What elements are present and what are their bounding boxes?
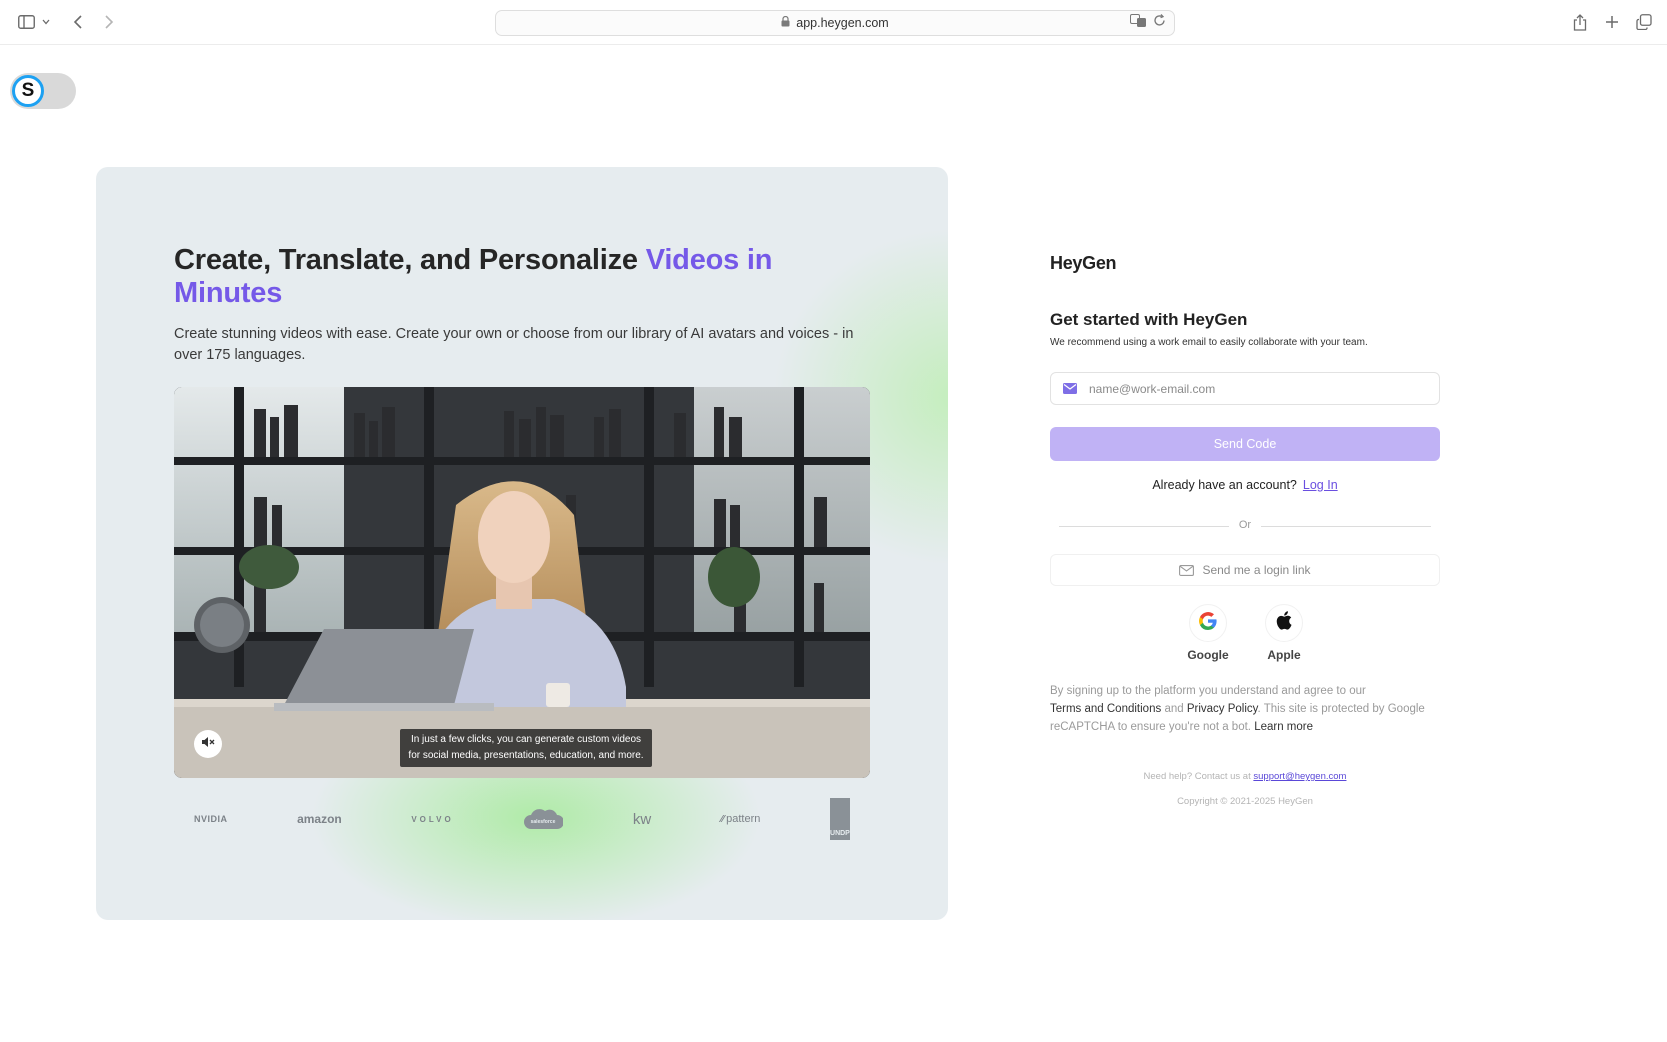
google-label: Google bbox=[1187, 648, 1229, 662]
support-email-link[interactable]: support@heygen.com bbox=[1253, 771, 1346, 782]
envelope-icon bbox=[1179, 564, 1195, 576]
kw-logo: kw bbox=[632, 810, 652, 828]
amazon-logo: amazon bbox=[297, 812, 342, 826]
new-tab-icon[interactable] bbox=[1602, 12, 1622, 32]
login-link[interactable]: Log In bbox=[1303, 478, 1338, 492]
email-field[interactable] bbox=[1050, 372, 1440, 405]
email-input[interactable] bbox=[1087, 380, 1439, 397]
video-caption: In just a few clicks, you can generate c… bbox=[400, 729, 652, 767]
apple-icon bbox=[1276, 611, 1292, 635]
send-code-button[interactable]: Send Code bbox=[1050, 427, 1440, 461]
copyright: Copyright © 2021-2025 HeyGen bbox=[1177, 796, 1313, 807]
apple-label: Apple bbox=[1267, 648, 1301, 662]
browser-toolbar: app.heygen.com bbox=[0, 0, 1667, 45]
google-icon bbox=[1198, 611, 1218, 636]
learn-more-link[interactable]: Learn more bbox=[1254, 721, 1313, 733]
send-login-link-label: Send me a login link bbox=[1202, 563, 1311, 577]
share-icon[interactable] bbox=[1570, 12, 1590, 32]
nvidia-logo: NVIDIA bbox=[194, 814, 228, 824]
muted-speaker-icon bbox=[201, 735, 215, 753]
address-bar[interactable]: app.heygen.com bbox=[495, 10, 1175, 36]
or-divider: Or bbox=[1059, 518, 1431, 534]
customer-logos: NVIDIA amazon VOLVO salesforce kw ⁄⁄ patt… bbox=[174, 795, 870, 843]
translate-icon[interactable] bbox=[1130, 14, 1147, 31]
pattern-logo: ⁄⁄ pattern bbox=[720, 813, 761, 825]
video-caption-line1: In just a few clicks, you can generate c… bbox=[410, 734, 642, 745]
have-account-row: Already have an account? Log In bbox=[1050, 478, 1440, 492]
extension-letter: S bbox=[21, 80, 35, 101]
apple-signin[interactable]: Apple bbox=[1254, 604, 1314, 662]
hero-panel: Create, Translate, and Personalize Video… bbox=[96, 167, 948, 920]
google-signin[interactable]: Google bbox=[1178, 604, 1238, 662]
terms-link[interactable]: Terms and Conditions bbox=[1050, 703, 1161, 715]
help-text: Need help? Contact us at bbox=[1143, 771, 1251, 782]
google-button[interactable] bbox=[1189, 604, 1227, 642]
legal-part1: By signing up to the platform you unders… bbox=[1050, 685, 1366, 697]
signup-title: Get started with HeyGen bbox=[1050, 310, 1248, 329]
legal-and: and bbox=[1164, 703, 1184, 715]
volvo-logo: VOLVO bbox=[411, 814, 454, 824]
apple-button[interactable] bbox=[1265, 604, 1303, 642]
back-icon[interactable] bbox=[68, 12, 88, 32]
privacy-link[interactable]: Privacy Policy bbox=[1187, 703, 1258, 715]
legal-text: By signing up to the platform you unders… bbox=[1050, 682, 1440, 736]
mute-button[interactable] bbox=[194, 730, 222, 758]
reload-icon[interactable] bbox=[1153, 14, 1166, 31]
avatar-video[interactable]: In just a few clicks, you can generate c… bbox=[174, 387, 870, 778]
extension-knob: S bbox=[12, 75, 44, 107]
chevron-down-icon[interactable] bbox=[40, 12, 52, 32]
extension-toggle[interactable]: S bbox=[10, 73, 76, 109]
hero-title: Create, Translate, and Personalize Video… bbox=[174, 244, 834, 310]
tabs-overview-icon[interactable] bbox=[1634, 12, 1654, 32]
lock-icon bbox=[781, 15, 790, 30]
divider-text: Or bbox=[1238, 519, 1252, 531]
forward-icon[interactable] bbox=[99, 12, 119, 32]
send-login-link-button[interactable]: Send me a login link bbox=[1050, 554, 1440, 586]
help-row: Need help? Contact us at support@heygen.… bbox=[1050, 771, 1440, 782]
signup-subtitle: We recommend using a work email to easil… bbox=[1050, 337, 1368, 348]
have-account-text: Already have an account? bbox=[1152, 478, 1297, 492]
video-frame-illustration bbox=[174, 387, 870, 778]
salesforce-logo: salesforce bbox=[523, 799, 564, 839]
mail-icon bbox=[1063, 383, 1077, 394]
heygen-logo: HeyGen bbox=[1050, 253, 1117, 273]
hero-subtitle: Create stunning videos with ease. Create… bbox=[174, 326, 854, 363]
sidebar-icon[interactable] bbox=[16, 12, 36, 32]
svg-text:salesforce: salesforce bbox=[531, 819, 556, 825]
undp-logo: UNDP bbox=[829, 798, 850, 840]
hero-title-main: Create, Translate, and Personalize bbox=[174, 244, 646, 276]
video-caption-line2: for social media, presentations, educati… bbox=[408, 750, 644, 761]
url-text: app.heygen.com bbox=[796, 16, 889, 30]
